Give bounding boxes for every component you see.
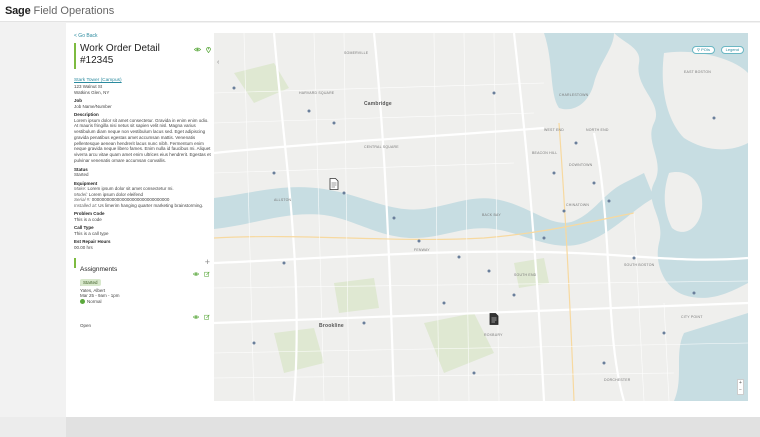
status-value: Started <box>74 172 89 178</box>
problem-code-value: This is a code <box>74 216 102 222</box>
map-label-chinatown: Chinatown <box>566 203 590 207</box>
map-label-west-end: West End <box>544 128 565 132</box>
description-text: Lorem ipsum dolor sit amet consectetur. … <box>74 117 211 164</box>
map-label-south-end: South End <box>514 273 537 277</box>
map-label-cambridge: Cambridge <box>364 101 392 107</box>
map-label-allston: Allston <box>274 198 292 202</box>
assignment-actions-2 <box>193 314 210 320</box>
map-canvas <box>214 33 748 401</box>
eye-icon[interactable] <box>193 314 199 320</box>
map-label-charlestown: Charlestown <box>559 93 589 97</box>
map-label-dorchester: Dorchester <box>604 378 631 382</box>
assignment-card[interactable]: Started #65181 Yates, Albert Mar 25 - 9a… <box>74 271 212 328</box>
eye-icon[interactable] <box>193 271 199 277</box>
map-label-back-bay: Back Bay <box>482 213 501 217</box>
edit-icon[interactable] <box>204 314 210 320</box>
map-label-roxbury: Roxbury <box>484 333 503 337</box>
map-label-somerville: Somerville <box>344 51 369 55</box>
map-label-east-boston: East Boston <box>684 70 711 74</box>
edit-icon[interactable] <box>204 271 210 278</box>
map-label-city-point: City Point <box>681 315 703 319</box>
bottom-bar-left <box>0 417 66 437</box>
map-label-fenway: Fenway <box>414 248 430 252</box>
brand-logo: Sage <box>5 4 31 17</box>
assignment-open-status: Open <box>80 322 92 328</box>
map-view[interactable]: Cambridge Brookline Somerville Charlesto… <box>214 33 748 401</box>
go-back-link[interactable]: < Go Back <box>74 33 212 39</box>
work-order-number: #12345 <box>80 55 114 66</box>
call-type-value: This is a call type <box>74 230 109 236</box>
bottom-bar <box>0 417 760 437</box>
assignments-header: Assignments + <box>74 257 212 273</box>
work-order-detail: < Go Back Work Order Detail #12345 Stark… <box>74 33 212 413</box>
left-gutter <box>0 23 66 417</box>
priority-dot-icon <box>80 299 85 305</box>
assignment-actions <box>193 271 210 278</box>
equipment-installed: Installed at: Us limerim hanging quarter… <box>74 202 204 208</box>
top-bar: Sage Field Operations <box>0 0 760 22</box>
app-name: Field Operations <box>33 4 115 17</box>
work-order-pin-icon[interactable] <box>489 313 499 325</box>
main-panel: < Go Back Work Order Detail #12345 Stark… <box>66 23 760 417</box>
assignment-priority: Normal <box>80 299 212 305</box>
pois-button[interactable]: ⚲ POIs <box>692 46 715 54</box>
work-order-pin-icon[interactable] <box>329 178 339 190</box>
map-label-central-square: Central Square <box>364 145 399 149</box>
eye-icon[interactable] <box>194 46 201 53</box>
map-label-downtown: Downtown <box>569 163 593 167</box>
title-actions <box>194 46 212 53</box>
address-line-2: Watkins Glen, NY <box>74 89 110 95</box>
plus-icon[interactable]: + <box>205 257 210 267</box>
repair-hours-value: 00.00 hrs <box>74 244 93 250</box>
map-label-brookline: Brookline <box>319 323 344 329</box>
pin-icon: ⚲ <box>697 47 700 52</box>
map-pin-icon[interactable] <box>205 46 212 53</box>
chevron-left-icon[interactable]: ‹ <box>217 59 219 66</box>
map-label-harvard-square: Harvard Square <box>299 91 335 95</box>
job-value: Job Name/Number <box>74 103 112 109</box>
title-block: Work Order Detail #12345 <box>74 43 212 69</box>
page-title: Work Order Detail <box>80 43 160 54</box>
status-badge: Started <box>80 279 101 287</box>
zoom-control: + − <box>737 379 744 395</box>
map-label-south-boston: South Boston <box>624 263 655 267</box>
zoom-out-button[interactable]: − <box>738 387 743 394</box>
zoom-in-button[interactable]: + <box>738 380 743 387</box>
map-label-north-end: North End <box>586 128 609 132</box>
legend-button[interactable]: Legend <box>720 46 744 54</box>
map-label-beacon-hill: Beacon Hill <box>532 151 558 155</box>
